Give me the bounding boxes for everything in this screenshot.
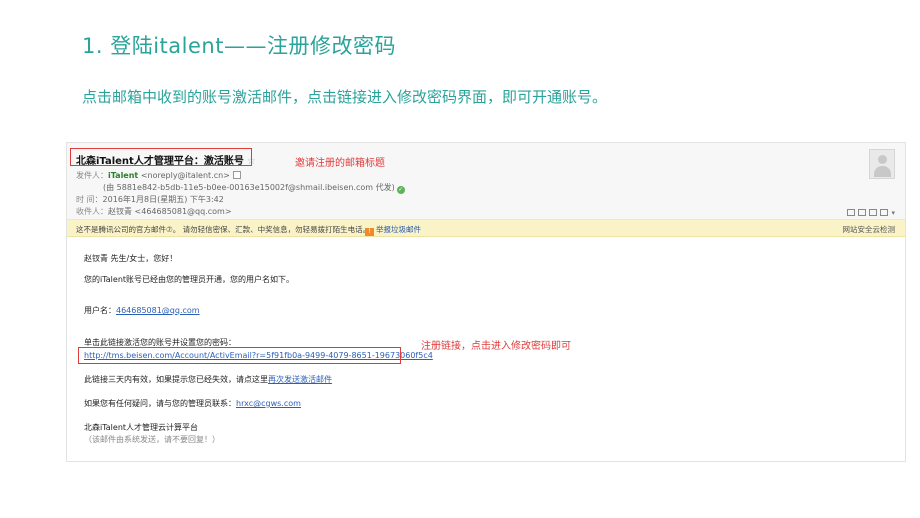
contact-row: 如果您有任何疑问，请与您的管理员联系：hrxc@cgws.com bbox=[84, 398, 301, 409]
reply-icon[interactable] bbox=[847, 209, 856, 216]
to-row: 收件人：赵钗青 <464685081@qq.com> bbox=[76, 206, 232, 217]
avatar-body bbox=[874, 166, 891, 177]
account-opened-line: 您的iTalent账号已经由您的管理员开通，您的用户名如下。 bbox=[84, 275, 295, 284]
email-screenshot: 北森iTalent人才管理平台：激活账号 ☆ 邀请注册的邮箱标题 发件人：iTal… bbox=[66, 142, 906, 462]
to-value: 赵钗青 <464685081@qq.com> bbox=[108, 207, 232, 216]
from-label: 发件人： bbox=[76, 171, 108, 180]
username-label: 用户名： bbox=[84, 306, 116, 315]
email-header: 北森iTalent人才管理平台：激活账号 ☆ 邀请注册的邮箱标题 发件人：iTal… bbox=[67, 143, 905, 220]
warning-bar: 这不是腾讯公司的官方邮件⑦。 请勿轻信密保、汇款、中奖信息，勿轻易拨打陌生电话。… bbox=[67, 220, 905, 237]
print-icon[interactable] bbox=[869, 209, 878, 216]
subject-annotation: 邀请注册的邮箱标题 bbox=[295, 158, 385, 169]
contact-card-icon[interactable] bbox=[232, 171, 241, 179]
link-highlight-box bbox=[78, 347, 401, 364]
security-check-link[interactable]: 网站安全云检测 bbox=[843, 224, 896, 235]
avatar-icon bbox=[869, 149, 895, 179]
contact-text: 如果您有任何疑问，请与您的管理员联系： bbox=[84, 399, 236, 408]
avatar-head bbox=[878, 155, 887, 164]
warning-text: 这不是腾讯公司的官方邮件⑦。 请勿轻信密保、汇款、中奖信息，勿轻易拨打陌生电话。 bbox=[76, 225, 371, 234]
report-spam-link[interactable]: ! 举报垃圾邮件 bbox=[365, 224, 421, 236]
slide-title: 1. 登陆italent——注册修改密码 bbox=[82, 34, 396, 58]
time-value: 2016年1月8日(星期五) 下午3:42 bbox=[102, 195, 224, 204]
expire-row: 此链接三天内有效，如果提示您已经失效，请点这里再次发送激活邮件 bbox=[84, 374, 332, 385]
signature: 北森iTalent人才管理云计算平台 bbox=[84, 423, 199, 432]
verified-check-icon: ✓ bbox=[396, 186, 405, 194]
to-label: 收件人： bbox=[76, 207, 108, 216]
report-spam-label[interactable]: 举报垃圾邮件 bbox=[376, 225, 421, 234]
mail-tool-icons: ▾ bbox=[844, 202, 895, 217]
resend-activation-link[interactable]: 再次发送激活邮件 bbox=[268, 375, 332, 384]
time-label: 时 间： bbox=[76, 195, 103, 204]
chevron-down-icon[interactable]: ▾ bbox=[891, 209, 895, 217]
window-icon[interactable] bbox=[858, 209, 867, 216]
expire-text: 此链接三天内有效，如果提示您已经失效，请点这里 bbox=[84, 375, 268, 384]
auto-reply-note: （该邮件由系统发送，请不要回复！） bbox=[84, 435, 220, 444]
warning-icon: ! bbox=[365, 228, 374, 236]
via-row: (由 5881e842-b5db-11e5-b0ee-00163e15002f@… bbox=[103, 182, 405, 194]
delete-icon[interactable] bbox=[880, 209, 889, 216]
from-row: 发件人：iTalent <noreply@italent.cn> bbox=[76, 170, 241, 181]
time-row: 时 间：2016年1月8日(星期五) 下午3:42 bbox=[76, 194, 224, 205]
link-annotation: 注册链接，点击进入修改密码即可 bbox=[421, 341, 571, 352]
username-link[interactable]: 464685081@qq.com bbox=[116, 306, 200, 315]
contact-email-link[interactable]: hrxc@cgws.com bbox=[236, 399, 301, 408]
sender-name[interactable]: iTalent bbox=[108, 171, 138, 180]
slide-description: 点击邮箱中收到的账号激活邮件，点击链接进入修改密码界面，即可开通账号。 bbox=[82, 88, 608, 106]
username-row: 用户名：464685081@qq.com bbox=[84, 305, 200, 316]
greeting: 赵钗青 先生/女士，您好！ bbox=[84, 254, 178, 263]
subject-highlight-box bbox=[70, 148, 252, 166]
via-text: (由 5881e842-b5db-11e5-b0ee-00163e15002f@… bbox=[103, 183, 395, 192]
sender-address: <noreply@italent.cn> bbox=[140, 171, 230, 180]
